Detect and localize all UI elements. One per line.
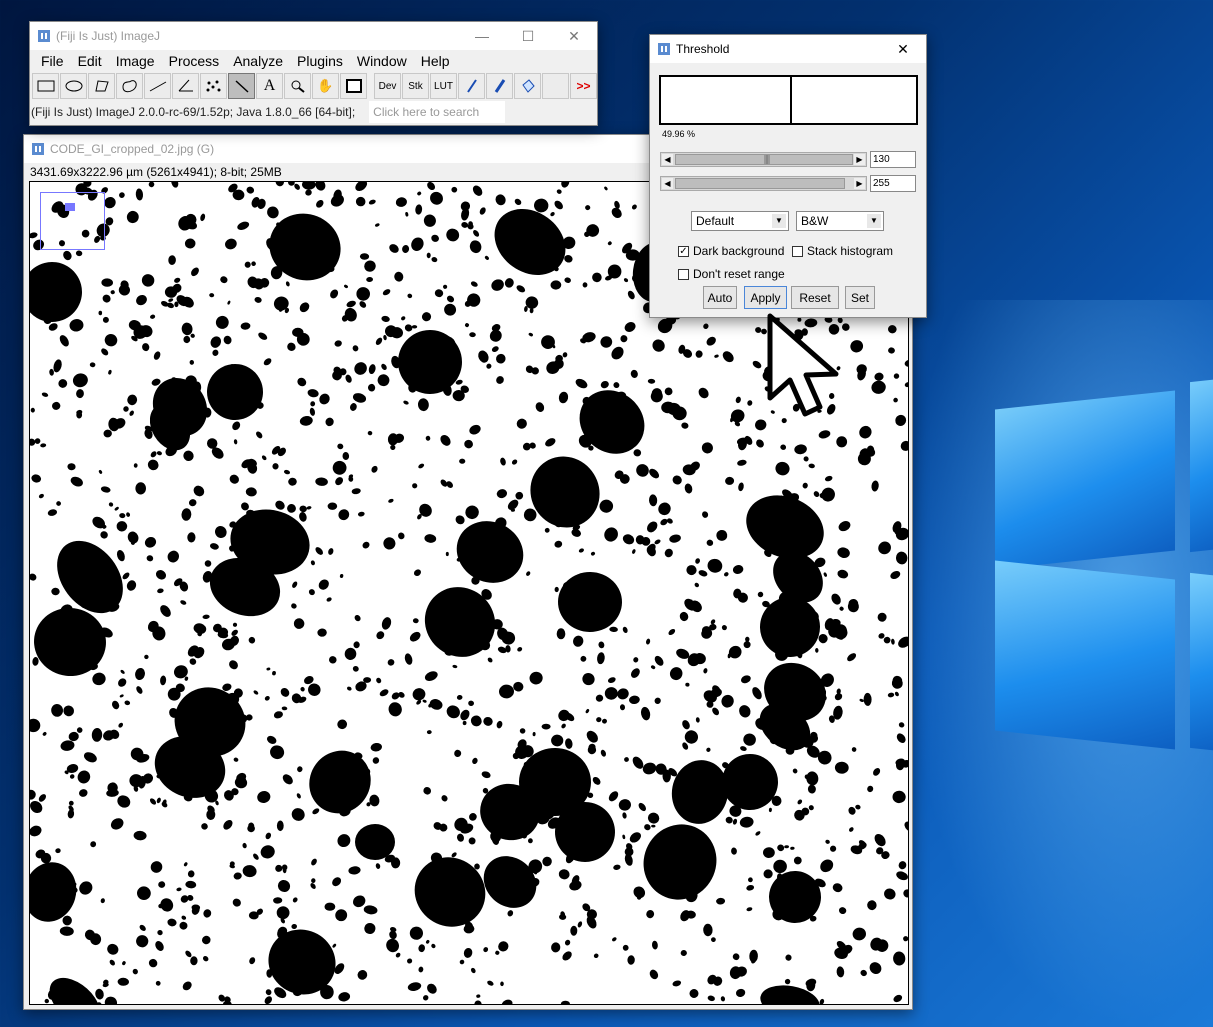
- status-bar: (Fiji Is Just) ImageJ 2.0.0-rc-69/1.52p;…: [30, 100, 597, 124]
- stack-histogram-checkbox[interactable]: Stack histogram: [792, 244, 893, 258]
- checkbox-icon: [678, 268, 689, 280]
- menu-plugins[interactable]: Plugins: [290, 53, 350, 69]
- slider-thumb[interactable]: [675, 178, 845, 189]
- fiji-icon: [38, 30, 50, 42]
- navigation-overlay: [40, 192, 105, 250]
- color-picker-icon[interactable]: [340, 73, 367, 99]
- mouse-pointer-icon: [767, 313, 839, 417]
- chevron-down-icon: ▼: [772, 214, 786, 228]
- auto-button[interactable]: Auto: [703, 286, 737, 309]
- blank-tool-slot[interactable]: [542, 73, 569, 99]
- dark-background-checkbox[interactable]: ✓ Dark background: [678, 244, 784, 258]
- status-text: (Fiji Is Just) ImageJ 2.0.0-rc-69/1.52p;…: [31, 105, 356, 119]
- apply-button[interactable]: Apply: [744, 286, 787, 309]
- min-threshold-field[interactable]: 130: [870, 151, 916, 168]
- method-dropdown[interactable]: Default ▼: [691, 211, 789, 231]
- text-icon[interactable]: A: [256, 73, 283, 99]
- menu-file[interactable]: File: [34, 53, 71, 69]
- threshold-titlebar[interactable]: Threshold ✕: [650, 35, 926, 63]
- close-button[interactable]: ✕: [551, 22, 597, 50]
- display-value: B&W: [801, 214, 829, 228]
- threshold-percent: 49.96 %: [662, 129, 696, 139]
- min-threshold-slider[interactable]: ◀ ▶: [660, 152, 867, 167]
- rectangle-icon[interactable]: [32, 73, 59, 99]
- max-threshold-slider[interactable]: ◀ ▶: [660, 176, 867, 191]
- close-button[interactable]: ✕: [880, 35, 926, 63]
- imagej-main-window[interactable]: (Fiji Is Just) ImageJ — ☐ ✕ File Edit Im…: [29, 21, 598, 126]
- max-threshold-field[interactable]: 255: [870, 175, 916, 192]
- minimize-button[interactable]: —: [459, 22, 505, 50]
- toolbar: A ✋ Dev Stk LUT >>: [30, 72, 597, 100]
- line-icon[interactable]: [144, 73, 171, 99]
- menu-analyze[interactable]: Analyze: [226, 53, 290, 69]
- imagej-title: (Fiji Is Just) ImageJ: [56, 29, 161, 43]
- slider-left-arrow-icon[interactable]: ◀: [662, 178, 673, 189]
- dev-menu-button[interactable]: Dev: [374, 73, 401, 99]
- imagej-titlebar[interactable]: (Fiji Is Just) ImageJ — ☐ ✕: [30, 22, 597, 50]
- hand-icon[interactable]: ✋: [312, 73, 339, 99]
- menu-edit[interactable]: Edit: [71, 53, 109, 69]
- menu-image[interactable]: Image: [109, 53, 162, 69]
- slider-track-fill: [675, 154, 765, 165]
- menu-help[interactable]: Help: [414, 53, 457, 69]
- display-dropdown[interactable]: B&W ▼: [796, 211, 884, 231]
- threshold-dialog[interactable]: Threshold ✕ 49.96 % ◀ ▶ 130 ◀ ▶ 255 Defa…: [649, 34, 927, 318]
- more-tools-icon[interactable]: >>: [570, 73, 597, 99]
- multipoint-icon[interactable]: [200, 73, 227, 99]
- slider-right-arrow-icon[interactable]: ▶: [854, 154, 865, 165]
- search-input[interactable]: Click here to search: [369, 101, 506, 123]
- reset-button[interactable]: Reset: [791, 286, 839, 309]
- slider-right-arrow-icon[interactable]: ▶: [854, 178, 865, 189]
- menu-window[interactable]: Window: [350, 53, 414, 69]
- stk-menu-button[interactable]: Stk: [402, 73, 429, 99]
- maximize-button[interactable]: ☐: [505, 22, 551, 50]
- slider-left-arrow-icon[interactable]: ◀: [662, 154, 673, 165]
- dont-reset-range-checkbox[interactable]: Don't reset range: [678, 267, 785, 281]
- windows-logo: [960, 360, 1213, 760]
- checkbox-icon: [792, 245, 803, 257]
- image-window-title: CODE_GI_cropped_02.jpg (G): [50, 142, 215, 156]
- checkbox-checked-icon: ✓: [678, 245, 689, 257]
- menubar: File Edit Image Process Analyze Plugins …: [30, 50, 597, 72]
- polygon-icon[interactable]: [88, 73, 115, 99]
- flood-fill-icon[interactable]: [514, 73, 541, 99]
- method-value: Default: [696, 214, 735, 228]
- wand-icon[interactable]: [228, 73, 255, 99]
- threshold-title: Threshold: [676, 42, 730, 56]
- freehand-icon[interactable]: [116, 73, 143, 99]
- pencil-icon[interactable]: [458, 73, 485, 99]
- brush-icon[interactable]: [486, 73, 513, 99]
- lut-menu-button[interactable]: LUT: [430, 73, 457, 99]
- fiji-icon: [658, 43, 670, 55]
- fiji-icon: [32, 143, 44, 155]
- oval-icon[interactable]: [60, 73, 87, 99]
- histogram: [659, 75, 918, 125]
- magnifier-icon[interactable]: [284, 73, 311, 99]
- angle-icon[interactable]: [172, 73, 199, 99]
- set-button[interactable]: Set: [845, 286, 875, 309]
- chevron-down-icon: ▼: [867, 214, 881, 228]
- menu-process[interactable]: Process: [162, 53, 227, 69]
